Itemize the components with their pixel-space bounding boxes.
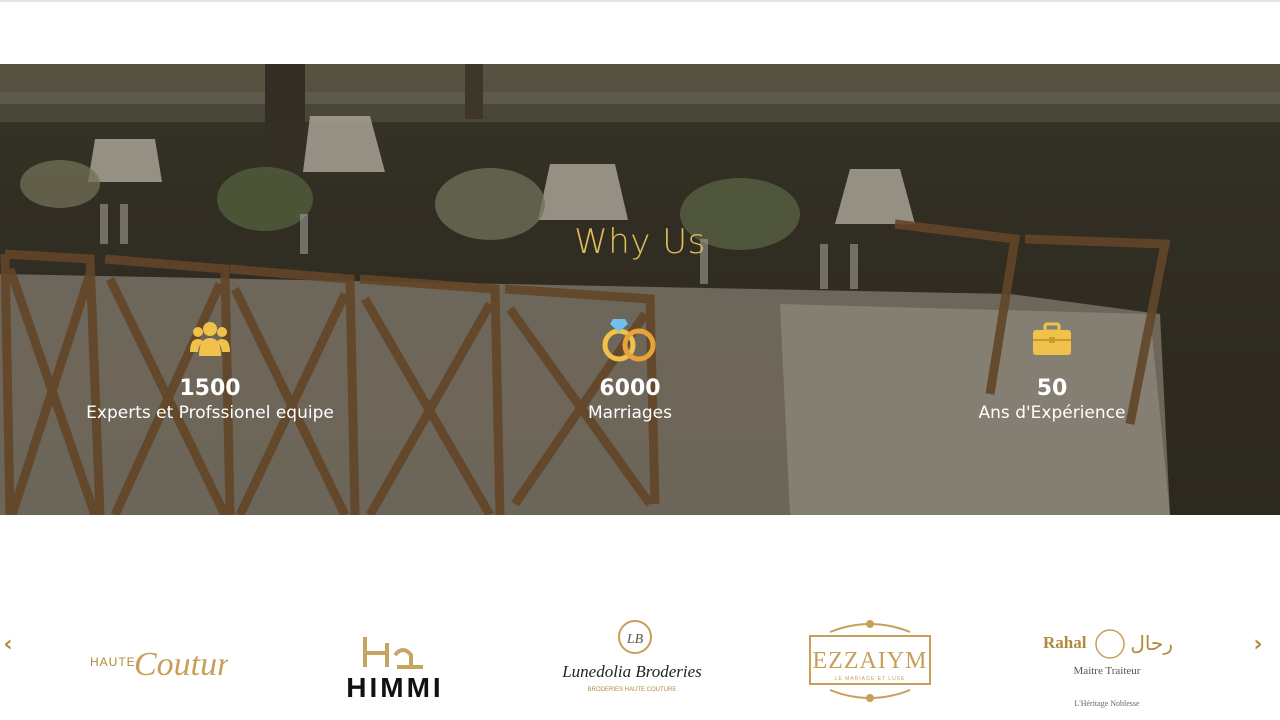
carousel-next-button[interactable]: ›: [1250, 633, 1266, 657]
svg-text:LB: LB: [626, 632, 644, 647]
logo-subtext: BRODERIES HAUTE COUTURE: [588, 687, 677, 693]
partners-carousel: ‹ HAUTE Couture HIMMI LB Lunedolia Brode…: [0, 600, 1280, 720]
logo-text: Rahal: [1043, 633, 1087, 652]
banquet-background-image: [0, 64, 1280, 515]
stat-experts: 1500 Experts et Profssionel equipe: [0, 316, 420, 423]
logo-text: Lunedolia Broderies: [561, 662, 702, 681]
section-title: Why Us: [574, 222, 706, 262]
top-divider: [0, 0, 1280, 2]
stat-value: 50: [1036, 376, 1068, 401]
partner-logo-ezzaiym[interactable]: EZZAIYM LE MARIAGE ET LUXE: [800, 610, 940, 710]
logo-text: HIMMI: [346, 672, 443, 703]
logo-arabic: رحال: [1130, 631, 1173, 655]
partner-logo-haute-couture[interactable]: HAUTE Couture: [78, 610, 228, 710]
logo-subtext: LE MARIAGE ET LUXE: [835, 676, 906, 682]
carousel-prev-button[interactable]: ‹: [0, 633, 16, 657]
stat-experience: 50 Ans d'Expérience: [842, 316, 1262, 423]
why-us-section: Why Us 1500 Experts et Profssionel equip…: [0, 64, 1280, 515]
logo-subtext: Maitre Traiteur: [1074, 665, 1141, 677]
users-icon: [0, 316, 420, 362]
logo-tagline: L'Héritage Noblesse: [1074, 699, 1140, 708]
wedding-rings-icon: [420, 316, 840, 362]
stat-value: 6000: [599, 376, 661, 401]
partner-logo-rahal[interactable]: Rahal رحال Maitre Traiteur L'Héritage No…: [1035, 610, 1180, 710]
logo-text: EZZAIYM: [813, 648, 928, 674]
partner-logo-lunedolia[interactable]: LB Lunedolia Broderies BRODERIES HAUTE C…: [560, 610, 705, 710]
partner-logo-himmi[interactable]: HIMMI: [325, 610, 465, 710]
stat-label: Experts et Profssionel equipe: [86, 403, 334, 423]
stat-label: Marriages: [587, 403, 672, 423]
logo-script: Couture: [134, 646, 228, 683]
stat-marriages: 6000 Marriages: [420, 316, 840, 423]
briefcase-icon: [842, 316, 1262, 362]
stat-label: Ans d'Expérience: [978, 403, 1126, 423]
stat-value: 1500: [179, 376, 241, 401]
logo-text: HAUTE: [90, 655, 136, 669]
